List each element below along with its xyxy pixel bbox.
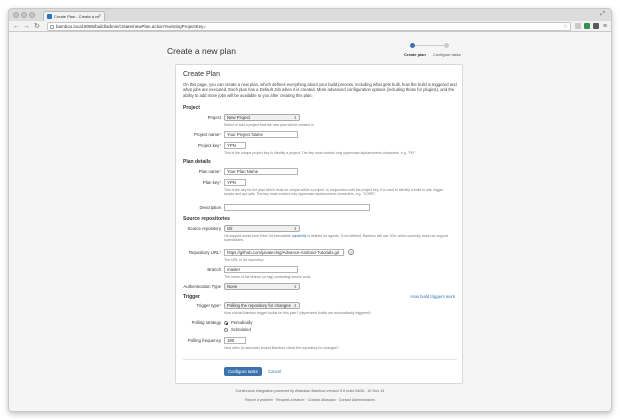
trigger-type-label: Trigger type*: [196, 303, 221, 308]
minimize-window-icon[interactable]: [21, 12, 27, 18]
auth-label: Authentication Type: [183, 284, 221, 289]
form-intro: On this page, you can create a new plan,…: [183, 82, 457, 98]
bookmark-star-icon[interactable]: ☆: [563, 23, 568, 31]
project-select[interactable]: New Project ⇕: [224, 114, 300, 121]
source-section-title: Source repositories: [183, 216, 230, 222]
auth-select[interactable]: None ⇕: [224, 283, 300, 290]
project-name-label: Project name*: [193, 132, 221, 137]
periodically-radio[interactable]: [224, 321, 228, 325]
branch-label: Branch: [207, 267, 221, 272]
footer-links[interactable]: Report a problem · Request a feature · C…: [9, 398, 611, 402]
polling-frequency-help: How often (in seconds) should Bamboo che…: [224, 346, 339, 350]
wizard-progress: Create plan Configure tasks: [404, 42, 464, 58]
description-input[interactable]: [224, 204, 370, 211]
plan-section-title: Plan details: [183, 159, 211, 165]
plan-name-label: Plan name*: [198, 169, 221, 174]
trigger-section-title: Trigger: [183, 294, 200, 300]
project-help: Select or add a project that the new pla…: [224, 123, 314, 127]
wizard-step-configure-tasks: Configure tasks: [433, 52, 461, 57]
plan-key-input[interactable]: YPN: [224, 179, 246, 186]
extension-icon-3[interactable]: [593, 23, 599, 29]
browser-tab[interactable]: Create Plan - Create a ne ×: [43, 11, 105, 21]
project-label: Project: [207, 115, 221, 120]
repo-url-label: Repository URL*: [188, 250, 221, 255]
url-text: bamboo.local:8085/build/admin/create/new…: [56, 24, 206, 29]
close-tab-icon[interactable]: ×: [98, 12, 101, 21]
reload-icon[interactable]: ↻: [34, 22, 40, 31]
project-section-title: Project: [183, 105, 200, 111]
create-plan-form: Create Plan On this page, you can create…: [175, 64, 463, 384]
project-key-label: Project key*: [198, 143, 221, 148]
polling-frequency-input[interactable]: 180: [224, 337, 246, 344]
source-repo-label: Source repository: [187, 226, 221, 231]
chevron-updown-icon: ⇕: [293, 226, 297, 231]
branch-input[interactable]: master: [224, 266, 298, 273]
tab-strip: Create Plan - Create a ne × ⤢: [9, 9, 611, 21]
favicon-icon: [47, 14, 52, 19]
back-icon[interactable]: ←: [13, 22, 20, 31]
forward-icon[interactable]: →: [23, 22, 30, 31]
address-bar[interactable]: bamboo.local:8085/build/admin/create/new…: [47, 22, 571, 31]
page-info-icon[interactable]: [50, 25, 54, 29]
repo-url-help: The URL of Git repository: [224, 258, 264, 262]
menu-icon[interactable]: ≡: [603, 22, 607, 31]
repo-url-input[interactable]: https://github.com/javatechig/Advance-An…: [224, 249, 344, 256]
address-toolbar: ← → ↻ bamboo.local:8085/build/admin/crea…: [9, 21, 611, 32]
page-content: Create a new plan Create plan Configure …: [9, 32, 611, 411]
tab-title: Create Plan - Create a ne: [54, 14, 100, 19]
maximize-window-icon[interactable]: [29, 12, 35, 18]
description-label: Description: [199, 205, 222, 210]
wizard-step-dot-active: [410, 43, 415, 48]
source-repo-help: Git support works best if the Git execut…: [224, 234, 448, 243]
plan-key-label: Plan key*: [202, 180, 221, 185]
fullscreen-icon[interactable]: ⤢: [600, 11, 605, 18]
chevron-updown-icon: ⇕: [293, 303, 297, 308]
wizard-step-create-plan: Create plan: [404, 52, 426, 57]
chevron-updown-icon: ⇕: [293, 284, 297, 289]
capability-link[interactable]: capability: [292, 234, 307, 238]
form-heading: Create Plan: [183, 71, 220, 78]
periodically-label: Periodically: [231, 320, 253, 325]
help-icon[interactable]: ?: [348, 249, 354, 255]
configure-tasks-button[interactable]: Configure tasks: [224, 367, 262, 376]
project-name-input[interactable]: Your Project Name: [224, 131, 298, 138]
build-triggers-link[interactable]: How build triggers work: [410, 294, 455, 299]
footer-version: Continuous integration powered by Atlass…: [235, 389, 385, 393]
polling-strategy-label: Polling strategy: [191, 320, 221, 325]
project-key-input[interactable]: YPN: [224, 142, 246, 149]
scheduled-label: Scheduled: [231, 327, 251, 332]
source-repo-select[interactable]: Git ⇕: [224, 225, 300, 232]
wizard-step-dot: [444, 43, 449, 48]
trigger-type-select[interactable]: Polling the repository for changes ⇕: [224, 302, 300, 309]
extension-icon-2[interactable]: [584, 23, 590, 29]
page-title: Create a new plan: [167, 46, 236, 56]
polling-frequency-label: Polling frequency: [188, 338, 221, 343]
plan-key-help: This is the key for the plan which must …: [224, 188, 444, 197]
cancel-link[interactable]: Cancel: [268, 369, 281, 374]
browser-window: Create Plan - Create a ne × ⤢ ← → ↻ bamb…: [8, 8, 612, 412]
scheduled-radio[interactable]: [224, 328, 228, 332]
extension-icon[interactable]: [575, 23, 581, 29]
wizard-line: [412, 45, 446, 46]
branch-help: The name of the branch (or tag) containi…: [224, 275, 312, 279]
divider: [183, 359, 457, 360]
plan-name-input[interactable]: Your Plan Name: [224, 168, 298, 175]
trigger-type-help: How should Bamboo trigger builds for thi…: [224, 311, 371, 315]
chevron-updown-icon: ⇕: [293, 115, 297, 120]
close-window-icon[interactable]: [13, 12, 19, 18]
project-key-help: This is the unique project key to identi…: [224, 151, 417, 155]
